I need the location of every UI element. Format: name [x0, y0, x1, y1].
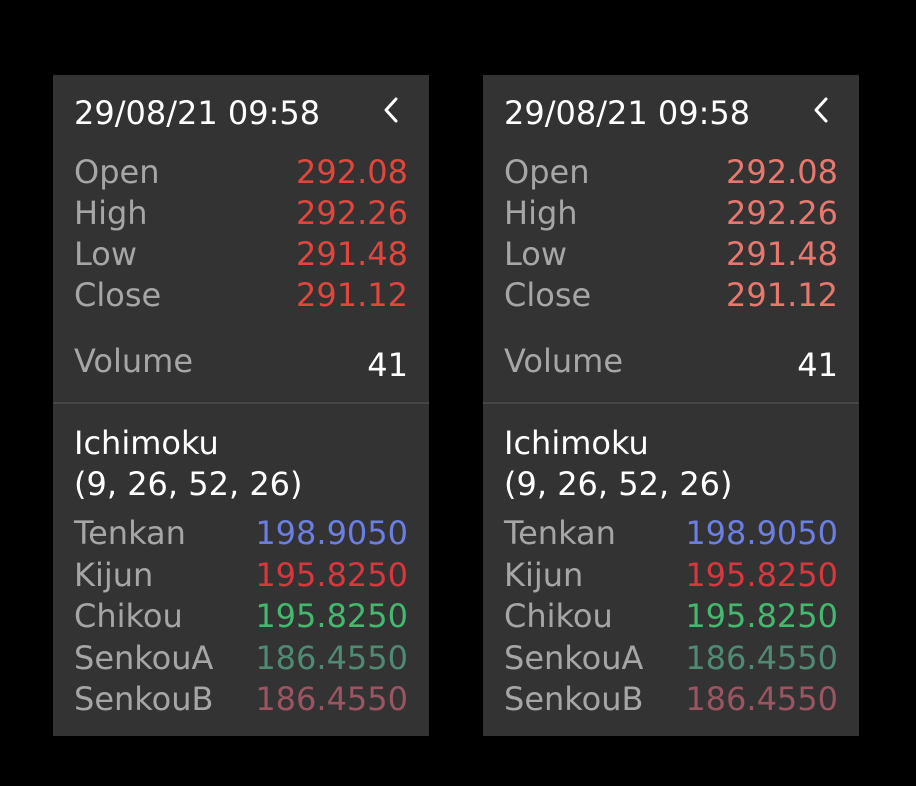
high-row: High 292.26	[74, 193, 408, 233]
chikou-label: Chikou	[504, 597, 613, 635]
section-divider	[53, 402, 429, 404]
panel-header: 29/08/21 09:58	[74, 93, 408, 133]
datetime-label: 29/08/21 09:58	[74, 94, 321, 132]
tenkan-label: Tenkan	[504, 514, 616, 552]
close-label: Close	[504, 276, 592, 314]
datetime-label: 29/08/21 09:58	[504, 94, 751, 132]
chikou-row: Chikou 195.8250	[74, 596, 408, 636]
close-value: 291.12	[296, 276, 408, 314]
open-value: 292.08	[296, 153, 408, 191]
indicator-title: Ichimoku	[504, 424, 649, 462]
senkoua-label: SenkouA	[74, 639, 214, 677]
close-value: 291.12	[726, 276, 838, 314]
senkoua-row: SenkouA 186.4550	[74, 638, 408, 678]
tenkan-label: Tenkan	[74, 514, 186, 552]
chikou-value: 195.8250	[255, 597, 408, 635]
senkoua-label: SenkouA	[504, 639, 644, 677]
high-label: High	[504, 194, 578, 232]
senkoub-label: SenkouB	[504, 680, 644, 718]
senkoub-row: SenkouB 186.4550	[74, 679, 408, 719]
section-divider	[483, 402, 859, 404]
ohlc-info-panel-left: 29/08/21 09:58 Open 292.08 High 292.26 L…	[53, 75, 429, 736]
volume-label: Volume	[74, 342, 194, 380]
panel-header: 29/08/21 09:58	[504, 93, 838, 133]
senkoub-value: 186.4550	[255, 680, 408, 718]
senkoub-value: 186.4550	[685, 680, 838, 718]
open-row: Open 292.08	[74, 152, 408, 192]
tenkan-row: Tenkan 198.9050	[504, 513, 838, 553]
ohlc-info-panel-right: 29/08/21 09:58 Open 292.08 High 292.26 L…	[483, 75, 859, 736]
senkoua-row: SenkouA 186.4550	[504, 638, 838, 678]
kijun-label: Kijun	[74, 556, 154, 594]
senkoua-value: 186.4550	[685, 639, 838, 677]
kijun-value: 195.8250	[685, 556, 838, 594]
tenkan-value: 198.9050	[255, 514, 408, 552]
senkoub-label: SenkouB	[74, 680, 214, 718]
high-row: High 292.26	[504, 193, 838, 233]
close-label: Close	[74, 276, 162, 314]
indicator-title: Ichimoku	[74, 424, 219, 462]
open-value: 292.08	[726, 153, 838, 191]
kijun-row: Kijun 195.8250	[504, 555, 838, 595]
chevron-left-icon[interactable]	[808, 95, 836, 127]
volume-label: Volume	[504, 342, 624, 380]
indicator-params: (9, 26, 52, 26)	[74, 465, 303, 503]
low-row: Low 291.48	[74, 234, 408, 274]
low-row: Low 291.48	[504, 234, 838, 274]
tenkan-value: 198.9050	[685, 514, 838, 552]
volume-value: 41	[367, 346, 408, 384]
open-row: Open 292.08	[504, 152, 838, 192]
chevron-left-icon[interactable]	[378, 95, 406, 127]
open-label: Open	[504, 153, 590, 191]
high-value: 292.26	[296, 194, 408, 232]
chikou-value: 195.8250	[685, 597, 838, 635]
kijun-row: Kijun 195.8250	[74, 555, 408, 595]
senkoua-value: 186.4550	[255, 639, 408, 677]
close-row: Close 291.12	[504, 275, 838, 315]
open-label: Open	[74, 153, 160, 191]
chikou-row: Chikou 195.8250	[504, 596, 838, 636]
close-row: Close 291.12	[74, 275, 408, 315]
low-label: Low	[504, 235, 568, 273]
high-value: 292.26	[726, 194, 838, 232]
volume-row: Volume 41	[74, 341, 408, 384]
low-label: Low	[74, 235, 138, 273]
tenkan-row: Tenkan 198.9050	[74, 513, 408, 553]
kijun-value: 195.8250	[255, 556, 408, 594]
high-label: High	[74, 194, 148, 232]
volume-value: 41	[797, 346, 838, 384]
volume-row: Volume 41	[504, 341, 838, 384]
senkoub-row: SenkouB 186.4550	[504, 679, 838, 719]
low-value: 291.48	[726, 235, 838, 273]
chikou-label: Chikou	[74, 597, 183, 635]
low-value: 291.48	[296, 235, 408, 273]
kijun-label: Kijun	[504, 556, 584, 594]
indicator-params: (9, 26, 52, 26)	[504, 465, 733, 503]
